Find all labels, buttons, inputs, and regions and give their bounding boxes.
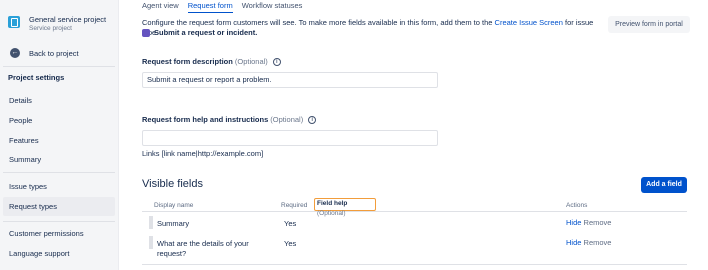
help-label-text: Request form help and instructions [142,115,269,124]
sidebar-item-details[interactable]: Details [0,91,114,110]
description-input[interactable]: Submit a request or report a problem. [142,72,438,88]
links-hint: Links [link name|http://example.com] [142,149,264,158]
column-display-name: Display name [154,202,194,209]
sidebar-item-issue-types[interactable]: Issue types [0,177,114,196]
field-name: What are the details of your request? [157,239,249,259]
sidebar-item-people[interactable]: People [0,111,114,130]
divider [142,264,687,265]
tab-workflow-statuses[interactable]: Workflow statuses [242,1,303,13]
issue-type: Submit a request or incident. [142,28,257,37]
column-required: Required [281,202,308,209]
intro-text-before: Configure the request form customers wil… [142,18,495,27]
issue-type-label: Submit a request or incident. [154,28,258,37]
optional-tag: (Optional) [270,115,304,124]
tab-request-form[interactable]: Request form [187,1,233,13]
row-actions: Hide Remove [566,238,611,247]
field-name-line1: What are the details of your [157,239,249,248]
project-type: Service project [29,25,72,32]
divider [3,221,115,222]
help-label: Request form help and instructions (Opti… [142,115,317,124]
divider [3,66,115,67]
row-actions: Hide Remove [566,218,611,227]
create-issue-screen-link[interactable]: Create Issue Screen [495,18,563,27]
arrow-left-icon: ← [10,48,20,58]
visible-fields-title: Visible fields [142,178,203,190]
sidebar: General service project Service project … [0,0,119,270]
main-content: Agent view Request form Workflow statuse… [119,0,708,270]
preview-form-button[interactable]: Preview form in portal [608,16,690,33]
sidebar-heading: Project settings [8,73,65,82]
tab-agent-view[interactable]: Agent view [142,1,179,13]
issue-type-icon [142,28,150,37]
field-name: Summary [157,219,190,228]
column-field-help: Field help (Optional) [314,198,376,217]
sidebar-item-features[interactable]: Features [0,131,114,150]
remove-link[interactable]: Remove [584,238,612,247]
info-icon[interactable]: i [308,115,317,124]
field-required: Yes [284,239,297,248]
project-icon [8,16,20,28]
hide-link[interactable]: Hide [566,238,581,247]
help-input[interactable] [142,130,438,146]
project-header[interactable]: General service project Service project [8,15,106,33]
divider [3,172,115,173]
add-field-button[interactable]: Add a field [641,177,687,193]
hide-link[interactable]: Hide [566,218,581,227]
drag-handle-icon[interactable] [149,216,153,229]
back-label: Back to project [29,48,79,58]
optional-tag: (Optional) [234,57,268,66]
drag-handle-icon[interactable] [149,236,153,249]
sidebar-item-customer-permissions[interactable]: Customer permissions [0,224,114,243]
remove-link[interactable]: Remove [584,218,612,227]
info-icon[interactable]: i [272,57,281,66]
field-name-line2: request? [157,249,187,258]
column-field-help-optional: (Optional) [317,210,346,217]
sidebar-item-language-support[interactable]: Language support [0,244,114,263]
fields-table-header: Display name Required Field help (Option… [142,197,687,217]
sidebar-item-request-types[interactable]: Request types [3,197,115,216]
column-field-help-label: Field help [317,200,348,207]
field-required: Yes [284,219,297,228]
sidebar-item-summary[interactable]: Summary [0,150,114,169]
tab-bar: Agent view Request form Workflow statuse… [142,1,311,13]
column-actions: Actions [566,202,588,209]
back-to-project-button[interactable]: ← Back to project [10,48,79,58]
description-label-text: Request form description [142,57,233,66]
description-label: Request form description (Optional) i [142,57,281,66]
project-name: General service project [29,15,107,24]
